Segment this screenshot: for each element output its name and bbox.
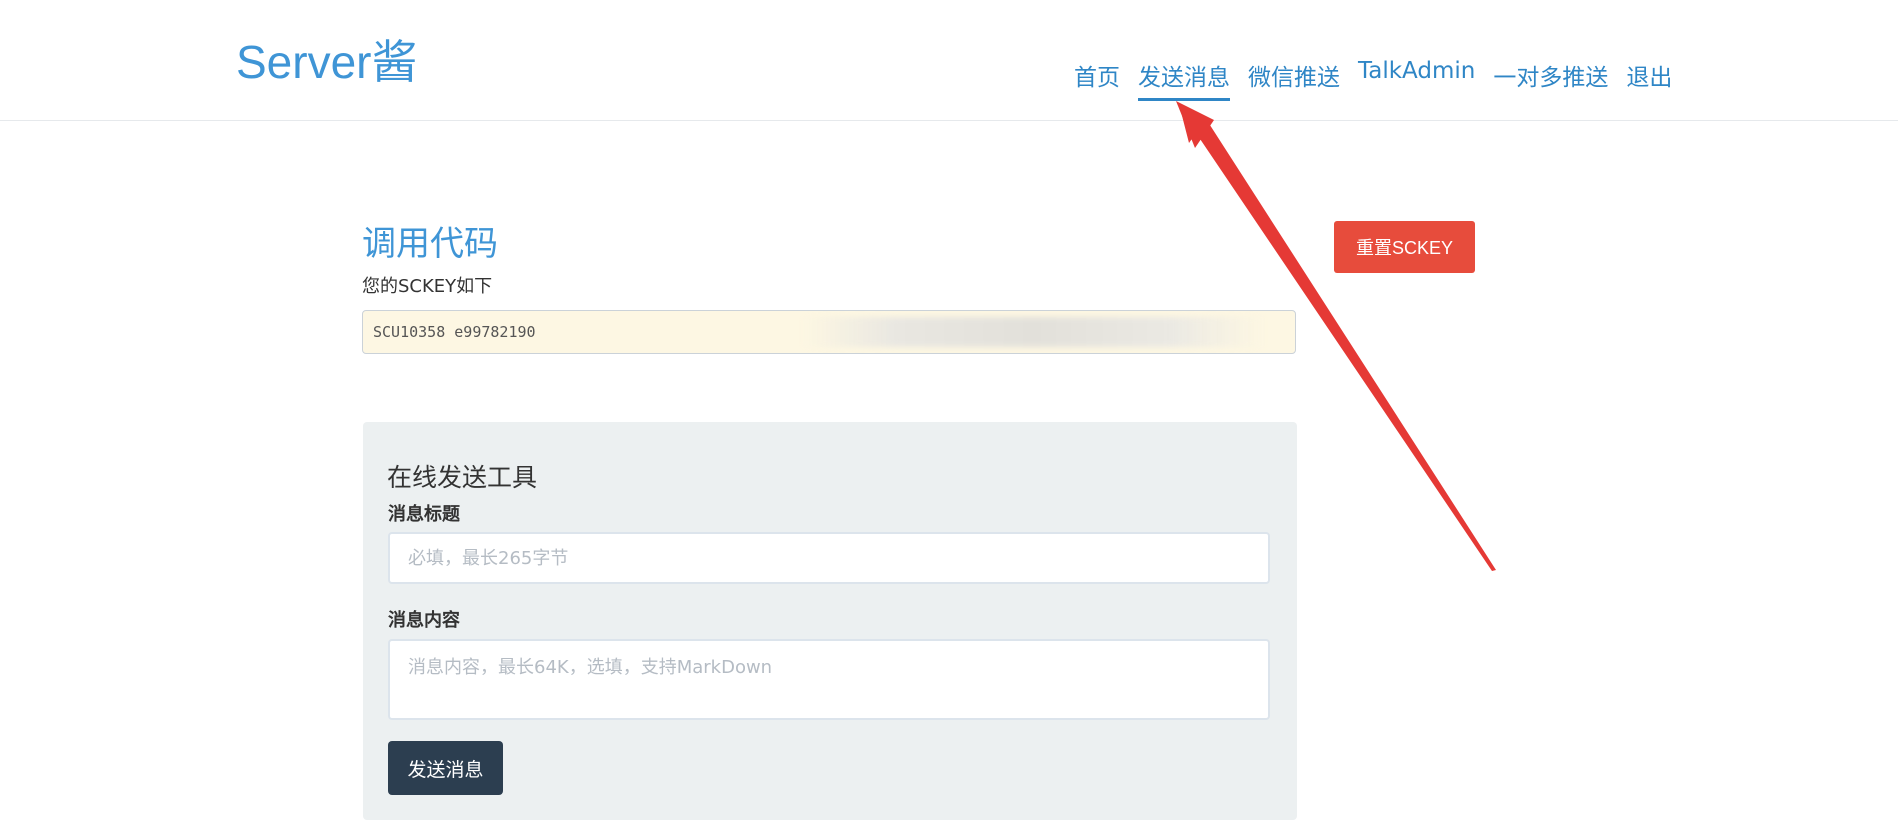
send-message-button[interactable]: 发送消息: [388, 741, 503, 795]
sckey-field[interactable]: SCU10358 e99782190: [362, 310, 1296, 354]
tool-title: 在线发送工具: [387, 463, 538, 492]
message-content-input[interactable]: [388, 639, 1270, 720]
online-send-tool: 在线发送工具 消息标题 消息内容 发送消息: [363, 422, 1297, 820]
site-logo[interactable]: Server酱: [236, 26, 417, 92]
nav-wechat-push[interactable]: 微信推送: [1248, 58, 1340, 101]
page-title: 调用代码: [362, 224, 498, 264]
message-content-label: 消息内容: [388, 610, 460, 631]
main-nav: 首页 发送消息 微信推送 TalkAdmin 一对多推送 退出: [1074, 58, 1672, 101]
nav-logout[interactable]: 退出: [1626, 58, 1672, 101]
nav-multi-push[interactable]: 一对多推送: [1493, 58, 1608, 101]
page: Server酱 首页 发送消息 微信推送 TalkAdmin 一对多推送 退出 …: [0, 0, 1898, 836]
sckey-caption: 您的SCKEY如下: [362, 276, 493, 297]
header: Server酱 首页 发送消息 微信推送 TalkAdmin 一对多推送 退出: [0, 0, 1898, 121]
nav-talkadmin[interactable]: TalkAdmin: [1358, 58, 1475, 101]
reset-sckey-button[interactable]: 重置SCKEY: [1334, 221, 1475, 273]
nav-home[interactable]: 首页: [1074, 58, 1120, 101]
sckey-value: SCU10358 e99782190: [373, 323, 536, 341]
message-title-input[interactable]: [388, 532, 1270, 584]
nav-send-message[interactable]: 发送消息: [1138, 58, 1230, 101]
message-title-label: 消息标题: [388, 504, 460, 525]
redaction-blur: [803, 317, 1263, 347]
